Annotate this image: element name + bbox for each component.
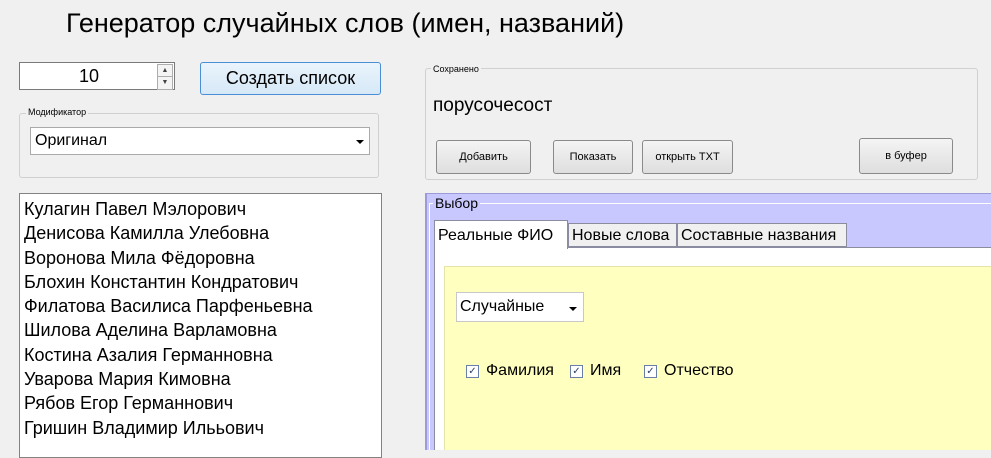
choice-label: Выбор <box>433 195 480 211</box>
list-item[interactable]: Денисова Камилла Улебовна <box>24 221 381 245</box>
list-item[interactable]: Блохин Константин Кондратович <box>24 270 381 294</box>
saved-word: порусочесост <box>433 95 553 116</box>
mode-select[interactable]: Случайные <box>456 292 584 322</box>
name-checkbox[interactable]: ✓ <box>570 365 583 378</box>
names-list[interactable]: Кулагин Павел Мэлорович Денисова Камилла… <box>19 193 382 458</box>
list-item[interactable]: Кулагин Павел Мэлорович <box>24 197 381 221</box>
spin-down-icon[interactable]: ▼ <box>157 76 173 90</box>
surname-checkbox-label[interactable]: Фамилия <box>486 362 554 380</box>
tab-compound-names[interactable]: Составные названия <box>677 223 847 247</box>
mode-selected-value: Случайные <box>460 298 545 315</box>
modifier-select[interactable]: Оригинал <box>30 127 370 155</box>
patronymic-checkbox[interactable]: ✓ <box>644 365 657 378</box>
copy-to-buffer-button[interactable]: в буфер <box>859 138 953 174</box>
dropdown-arrow-icon <box>356 140 364 144</box>
list-item[interactable]: Костина Азалия Германновна <box>24 343 381 367</box>
count-stepper[interactable]: 10 ▲ ▼ <box>19 62 175 90</box>
tab-real-fio[interactable]: Реальные ФИО <box>434 220 568 249</box>
app-title: Генератор случайных слов (имен, названий… <box>66 8 625 38</box>
surname-checkbox[interactable]: ✓ <box>466 365 479 378</box>
list-item[interactable]: Воронова Мила Фёдоровна <box>24 246 381 270</box>
list-item[interactable]: Гришин Владимир Илььович <box>24 416 381 440</box>
modifier-label: Модификатор <box>26 107 89 117</box>
count-value[interactable]: 10 <box>20 66 158 87</box>
list-item[interactable]: Шилова Аделина Варламовна <box>24 318 381 342</box>
saved-label: Сохранено <box>431 64 481 74</box>
dropdown-arrow-icon <box>569 307 577 311</box>
add-button[interactable]: Добавить <box>436 140 531 174</box>
create-list-button[interactable]: Создать список <box>200 62 381 95</box>
modifier-selected-value: Оригинал <box>35 132 108 149</box>
show-button[interactable]: Показать <box>553 140 633 174</box>
list-item[interactable]: Филатова Василиса Парфеньевна <box>24 294 381 318</box>
open-txt-button[interactable]: открыть TXT <box>642 140 733 174</box>
patronymic-checkbox-label[interactable]: Отчество <box>664 362 734 380</box>
list-item[interactable]: Уварова Мария Кимовна <box>24 367 381 391</box>
tab-new-words[interactable]: Новые слова <box>568 223 677 247</box>
name-checkbox-label[interactable]: Имя <box>590 362 621 380</box>
list-item[interactable]: Рябов Егор Германнович <box>24 391 381 415</box>
